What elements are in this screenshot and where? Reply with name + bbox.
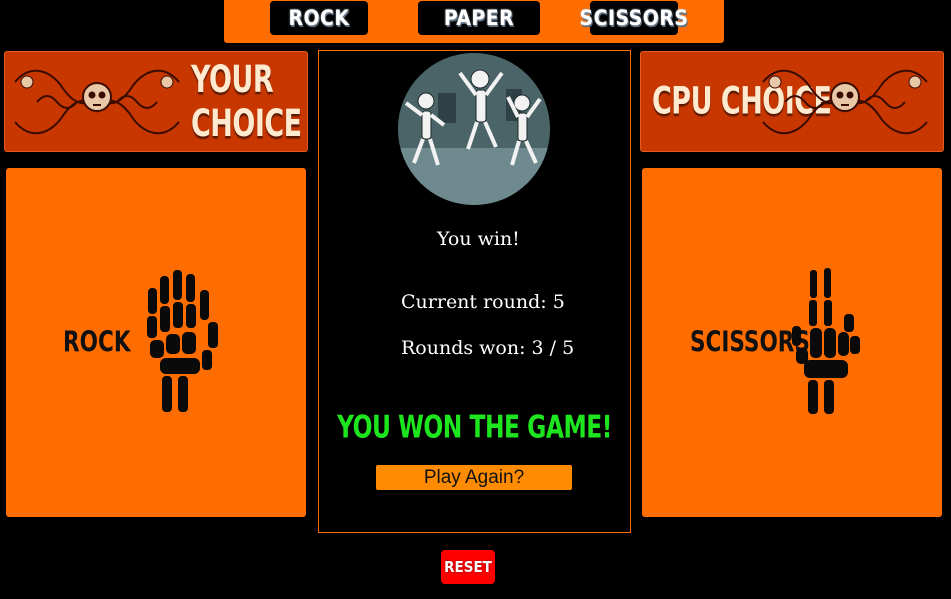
reset-button[interactable]: RESET xyxy=(441,550,495,584)
dancing-skeletons-image xyxy=(398,53,550,205)
rounds-won-text: Rounds won: 3 / 5 xyxy=(401,337,575,359)
ornament-skull-icon xyxy=(762,69,928,135)
rock-button[interactable]: ROCK xyxy=(270,1,368,35)
play-again-button[interactable]: Play Again? xyxy=(376,465,572,490)
game-result-text: YOU WON THE GAME! xyxy=(337,410,612,446)
cpu-choice-card: SCISSORS xyxy=(642,168,942,517)
current-round-text: Current round: 5 xyxy=(401,291,565,313)
ornament-skull-icon xyxy=(14,69,180,135)
status-panel: You win! Current round: 5 Rounds won: 3 … xyxy=(318,50,631,533)
skeleton-fist-icon xyxy=(147,270,218,412)
cpu-banner: CPU CHOICE xyxy=(640,51,944,152)
choice-bar: ROCK PAPER SCISSORS xyxy=(224,0,724,43)
paper-button[interactable]: PAPER xyxy=(418,1,540,35)
scissors-button[interactable]: SCISSORS xyxy=(580,1,688,35)
player-choice-label: ROCK xyxy=(63,325,131,359)
skeleton-peace-icon xyxy=(792,268,860,414)
round-result-text: You win! xyxy=(437,228,520,250)
player-banner: YOUR CHOICE xyxy=(4,51,308,152)
player-choice-card: ROCK xyxy=(6,168,306,517)
player-banner-title: YOUR CHOICE xyxy=(191,57,302,146)
